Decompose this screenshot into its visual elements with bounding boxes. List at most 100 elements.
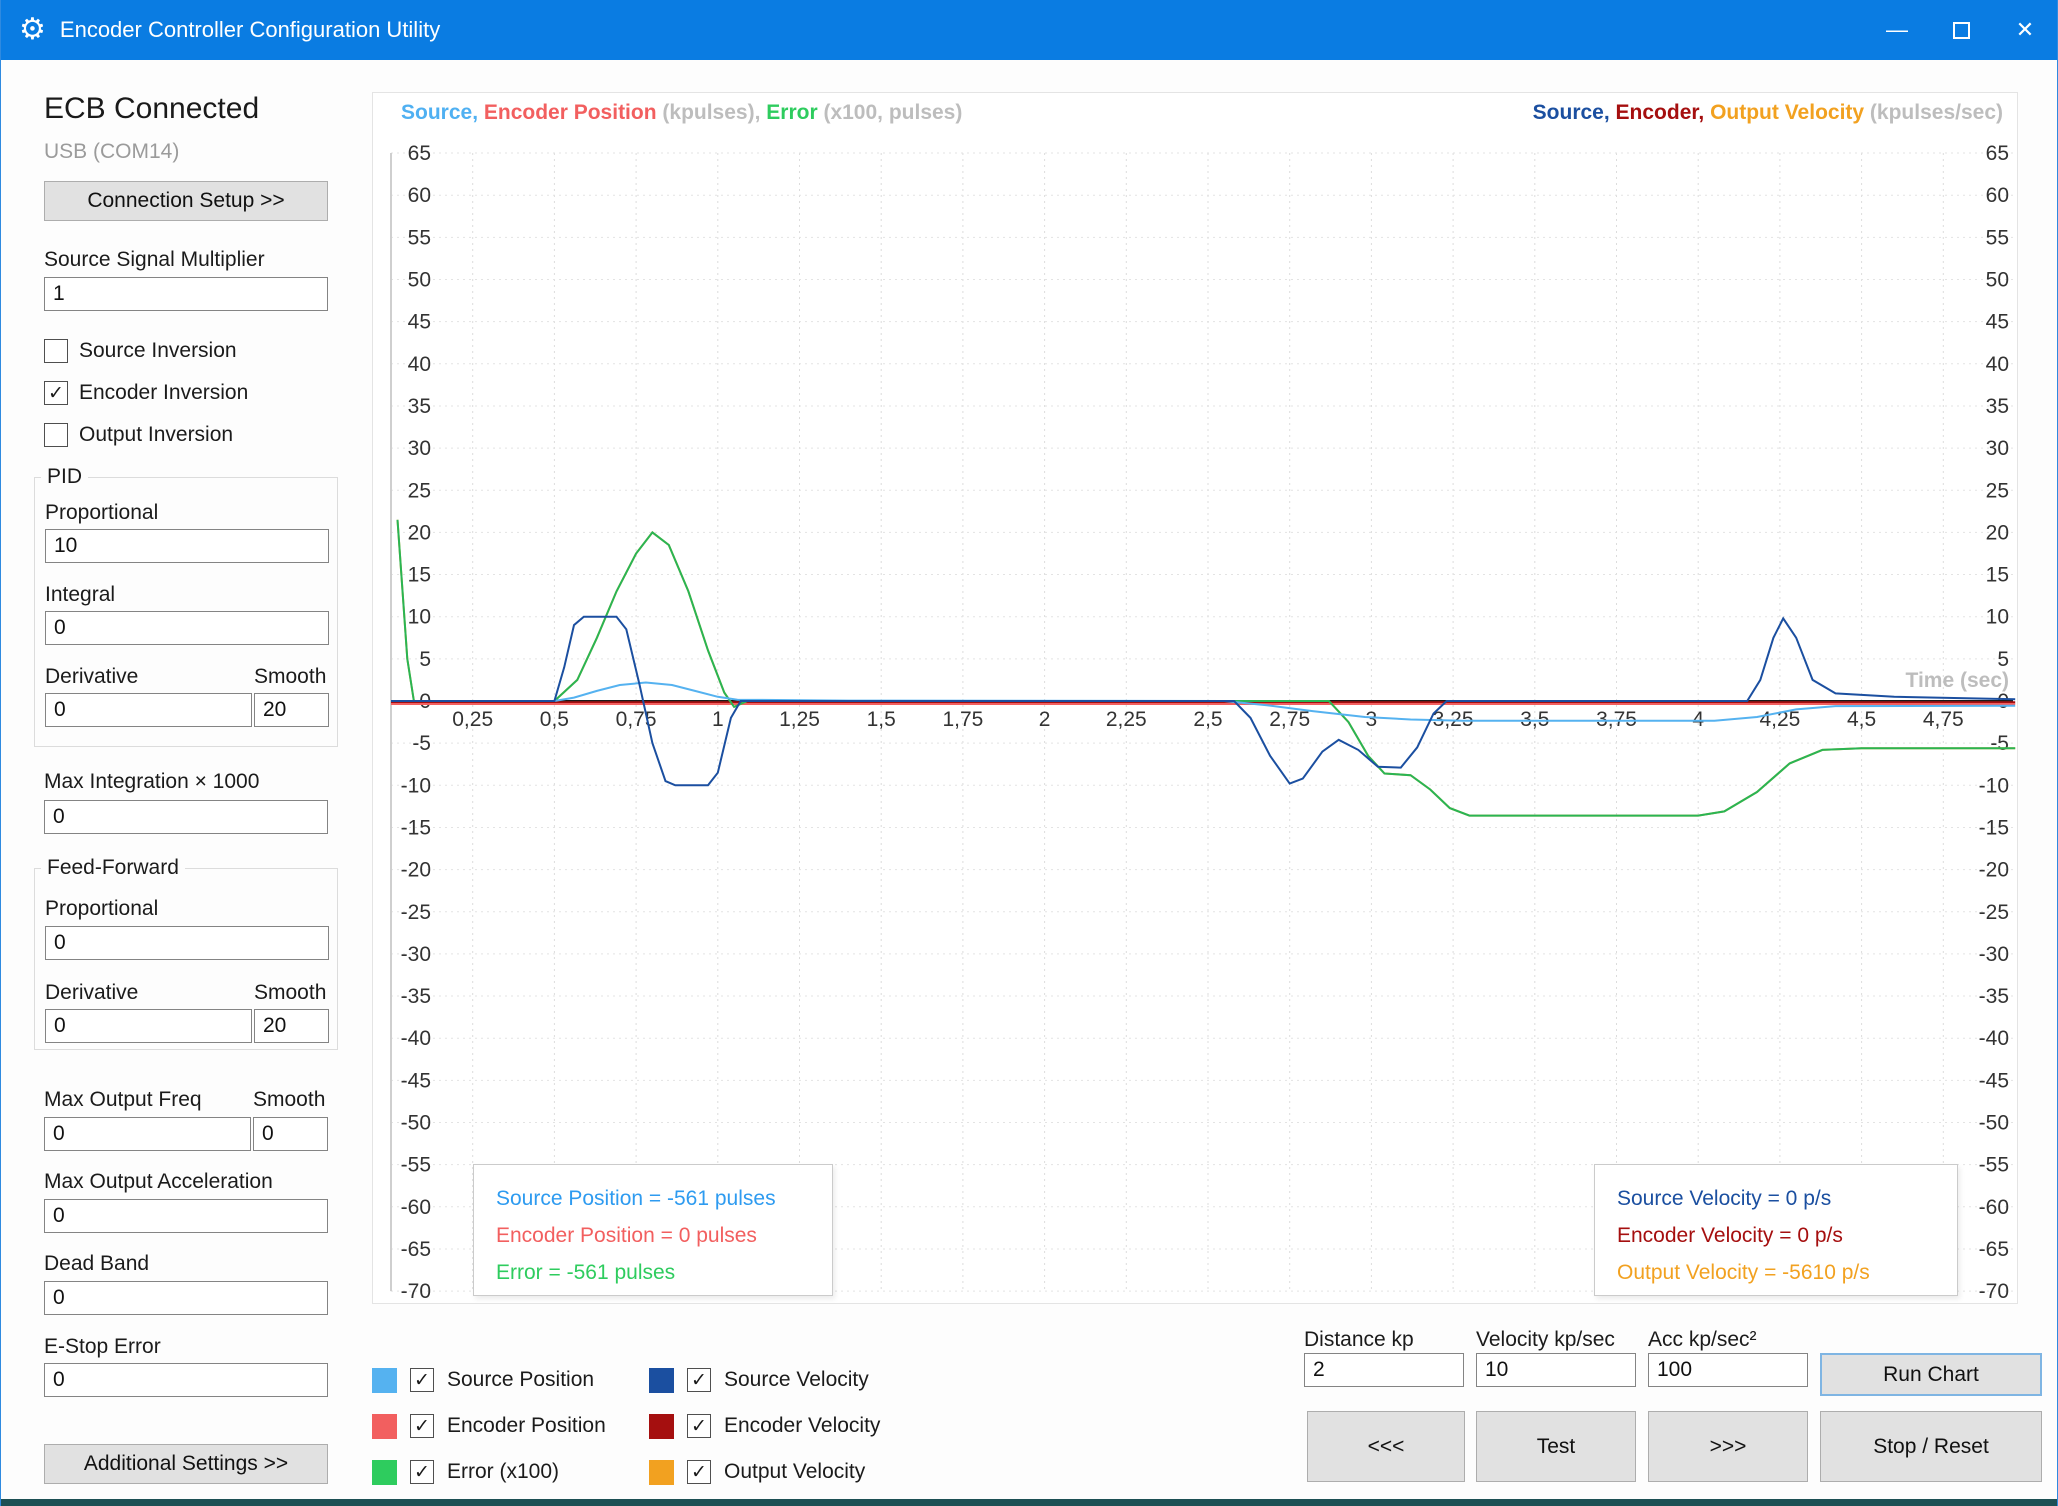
pid-proportional-label: Proportional <box>45 501 158 525</box>
svg-text:1,5: 1,5 <box>867 708 896 731</box>
source-inversion-label: Source Inversion <box>79 339 237 363</box>
svg-text:4,5: 4,5 <box>1847 708 1876 731</box>
svg-text:20: 20 <box>408 521 431 544</box>
stop-reset-button[interactable]: Stop / Reset <box>1820 1411 2042 1482</box>
svg-text:1,25: 1,25 <box>779 708 820 731</box>
distance-kp-label: Distance kp <box>1304 1328 1414 1352</box>
dead-band-input[interactable] <box>44 1281 328 1315</box>
distance-kp-input[interactable] <box>1304 1353 1464 1387</box>
toggle-encoder-position[interactable]: ✓ Encoder Position <box>372 1411 606 1441</box>
legend-source-velocity-label: Source, <box>1533 101 1610 124</box>
acc-kp-input[interactable] <box>1648 1353 1808 1387</box>
svg-text:-5: -5 <box>412 732 431 755</box>
svg-text:15: 15 <box>408 564 431 587</box>
max-integration-label: Max Integration × 1000 <box>44 770 328 794</box>
svg-text:60: 60 <box>1986 184 2009 207</box>
ff-proportional-label: Proportional <box>45 897 158 921</box>
chart-legend-velocity: Source, Encoder, Output Velocity (kpulse… <box>1533 101 2003 125</box>
svg-text:2,5: 2,5 <box>1193 708 1222 731</box>
max-output-acceleration-input[interactable] <box>44 1199 328 1233</box>
output-velocity-swatch <box>649 1460 674 1485</box>
svg-text:10: 10 <box>408 606 431 629</box>
svg-text:-55: -55 <box>1979 1154 2009 1177</box>
source-signal-multiplier-input[interactable] <box>44 277 328 311</box>
legend-kpulses-unit: (kpulses), <box>657 101 761 124</box>
pid-derivative-input[interactable] <box>45 693 252 727</box>
svg-text:Time (sec): Time (sec) <box>1906 669 2010 692</box>
close-button[interactable]: ✕ <box>1993 0 2057 60</box>
source-position-toggle-label: Source Position <box>447 1368 594 1392</box>
svg-text:-10: -10 <box>401 774 431 797</box>
error-toggle-label: Error (x100) <box>447 1460 559 1484</box>
ff-derivative-input[interactable] <box>45 1009 252 1043</box>
maximize-button[interactable] <box>1929 0 1993 60</box>
toggle-output-velocity[interactable]: ✓ Output Velocity <box>649 1457 865 1487</box>
toggle-source-position[interactable]: ✓ Source Position <box>372 1365 594 1395</box>
encoder-velocity-checkbox[interactable]: ✓ <box>687 1414 711 1438</box>
encoder-inversion-checkbox[interactable]: ✓ <box>44 381 68 405</box>
svg-text:-45: -45 <box>401 1069 431 1092</box>
ff-smooth-input[interactable] <box>254 1009 329 1043</box>
svg-text:10: 10 <box>1986 606 2009 629</box>
source-velocity-readout: Source Velocity = 0 p/s <box>1617 1180 1957 1217</box>
svg-text:2,75: 2,75 <box>1269 708 1310 731</box>
output-velocity-checkbox[interactable]: ✓ <box>687 1460 711 1484</box>
close-icon: ✕ <box>2016 17 2034 43</box>
svg-text:50: 50 <box>408 269 431 292</box>
svg-text:40: 40 <box>1986 353 2009 376</box>
encoder-position-checkbox[interactable]: ✓ <box>410 1414 434 1438</box>
pid-proportional-input[interactable] <box>45 529 329 563</box>
source-position-checkbox[interactable]: ✓ <box>410 1368 434 1392</box>
svg-text:0,75: 0,75 <box>616 708 657 731</box>
max-integration-input[interactable] <box>44 800 328 834</box>
step-back-button[interactable]: <<< <box>1307 1411 1465 1482</box>
max-output-freq-smooth-input[interactable] <box>253 1117 328 1151</box>
pid-smooth-input[interactable] <box>254 693 329 727</box>
ff-proportional-input[interactable] <box>45 926 329 960</box>
legend-source-label: Source, <box>401 101 478 124</box>
window-title: Encoder Controller Configuration Utility <box>60 17 440 43</box>
source-inversion-row[interactable]: Source Inversion <box>44 336 328 366</box>
encoder-velocity-toggle-label: Encoder Velocity <box>724 1414 880 1438</box>
toggle-error[interactable]: ✓ Error (x100) <box>372 1457 559 1487</box>
svg-text:-40: -40 <box>1979 1027 2009 1050</box>
additional-settings-button[interactable]: Additional Settings >> <box>44 1444 328 1484</box>
error-checkbox[interactable]: ✓ <box>410 1460 434 1484</box>
svg-text:35: 35 <box>408 395 431 418</box>
source-inversion-checkbox[interactable] <box>44 339 68 363</box>
svg-text:25: 25 <box>408 479 431 502</box>
toggle-source-velocity[interactable]: ✓ Source Velocity <box>649 1365 869 1395</box>
svg-text:55: 55 <box>1986 226 2009 249</box>
encoder-position-toggle-label: Encoder Position <box>447 1414 606 1438</box>
output-inversion-checkbox[interactable] <box>44 423 68 447</box>
chart-legend-position: Source, Encoder Position (kpulses), Erro… <box>401 101 962 125</box>
test-button[interactable]: Test <box>1476 1411 1636 1482</box>
svg-text:-50: -50 <box>401 1112 431 1135</box>
svg-text:-25: -25 <box>1979 901 2009 924</box>
run-chart-button[interactable]: Run Chart <box>1820 1353 2042 1396</box>
encoder-velocity-readout: Encoder Velocity = 0 p/s <box>1617 1217 1957 1254</box>
encoder-inversion-row[interactable]: ✓ Encoder Inversion <box>44 378 328 408</box>
pid-integral-input[interactable] <box>45 611 329 645</box>
minimize-button[interactable]: — <box>1865 0 1929 60</box>
estop-error-label: E-Stop Error <box>44 1335 328 1359</box>
svg-text:5: 5 <box>1997 648 2009 671</box>
svg-text:1: 1 <box>712 708 724 731</box>
feed-forward-group: Feed-Forward Proportional Derivative Smo… <box>34 868 338 1050</box>
step-forward-button[interactable]: >>> <box>1648 1411 1808 1482</box>
maximize-icon <box>1953 22 1970 39</box>
pid-group: PID Proportional Integral Derivative Smo… <box>34 477 338 747</box>
svg-text:0,25: 0,25 <box>452 708 493 731</box>
estop-error-input[interactable] <box>44 1363 328 1397</box>
connection-setup-button[interactable]: Connection Setup >> <box>44 181 328 221</box>
svg-text:55: 55 <box>408 226 431 249</box>
output-inversion-row[interactable]: Output Inversion <box>44 420 328 450</box>
svg-text:50: 50 <box>1986 269 2009 292</box>
source-velocity-checkbox[interactable]: ✓ <box>687 1368 711 1392</box>
toggle-encoder-velocity[interactable]: ✓ Encoder Velocity <box>649 1411 880 1441</box>
max-output-freq-input[interactable] <box>44 1117 251 1151</box>
error-swatch <box>372 1460 397 1485</box>
velocity-kp-input[interactable] <box>1476 1353 1636 1387</box>
legend-encoder-position-label: Encoder Position <box>478 101 657 124</box>
velocity-kp-label: Velocity kp/sec <box>1476 1328 1615 1352</box>
